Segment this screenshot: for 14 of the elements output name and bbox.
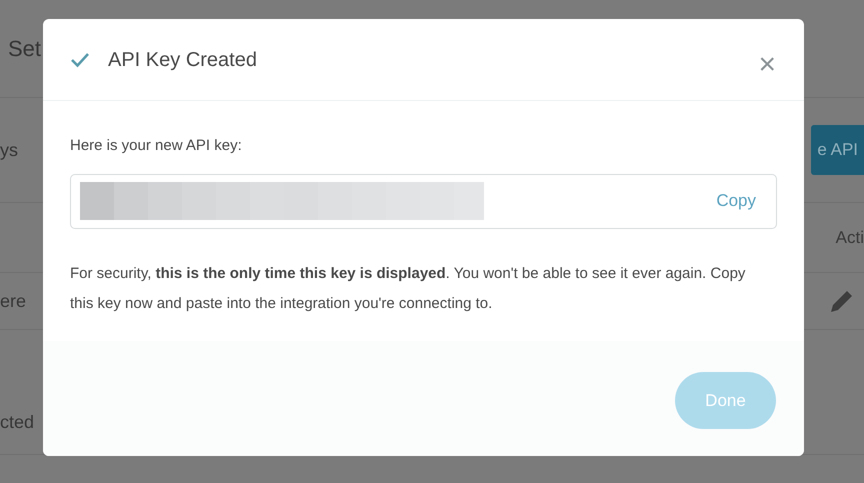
copy-button[interactable]: Copy bbox=[716, 188, 756, 214]
security-notice: For security, this is the only time this key is displayed. You won't be able to see it ever again. Copy this key now and paste into the integration you're connecting to. bbox=[70, 264, 746, 314]
row-label: ys bbox=[0, 138, 18, 162]
dialog-title: API Key Created bbox=[108, 48, 257, 72]
checkmark-icon bbox=[70, 52, 90, 68]
column-heading: Acti bbox=[836, 226, 864, 249]
row-label: cted bbox=[0, 411, 34, 434]
pencil-icon[interactable] bbox=[829, 288, 855, 314]
close-button[interactable]: × bbox=[758, 50, 776, 80]
row-label: ere bbox=[0, 290, 26, 312]
field-label: Here is your new API key: bbox=[70, 136, 243, 156]
api-key-field[interactable]: Copy bbox=[70, 174, 777, 228]
create-api-key-button[interactable]: e API bbox=[811, 125, 864, 175]
page-title: Set bbox=[7, 35, 42, 63]
